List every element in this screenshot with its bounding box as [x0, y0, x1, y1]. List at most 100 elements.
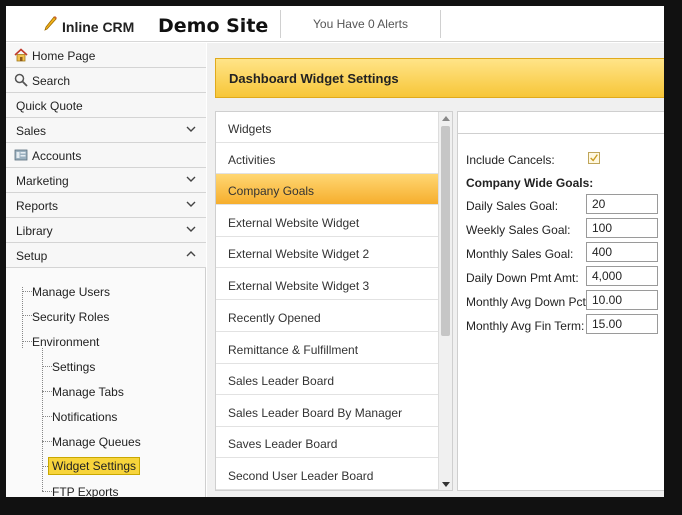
app-window: Inline CRM Demo Site You Have 0 Alerts H… [0, 0, 682, 515]
widget-item-external-website-widget[interactable]: External Website Widget [216, 206, 438, 237]
page-title-banner: Dashboard Widget Settings [215, 58, 664, 98]
tree-connector [42, 491, 52, 492]
widget-settings-panel: Include Cancels: Company Wide Goals: Dai… [457, 111, 664, 491]
widget-item-label: Remittance & Fulfillment [228, 343, 359, 357]
widget-item-label: Recently Opened [228, 311, 321, 325]
scroll-thumb[interactable] [441, 126, 450, 336]
nav-library[interactable]: Library [6, 218, 206, 243]
weekly-sales-goal-label: Weekly Sales Goal: [466, 223, 571, 237]
checkmark-icon [590, 154, 598, 162]
page-title: Dashboard Widget Settings [229, 71, 399, 86]
widget-item-label: External Website Widget 3 [228, 279, 370, 293]
settings-panel-header [458, 112, 664, 134]
tree-widget-settings[interactable]: Widget Settings [48, 457, 141, 475]
include-cancels-label: Include Cancels: [466, 153, 555, 167]
company-wide-goals-heading: Company Wide Goals: [466, 176, 594, 190]
nav-accounts-label: Accounts [32, 149, 82, 163]
daily-down-pmt-amt-label: Daily Down Pmt Amt: [466, 271, 579, 285]
nav-quick-quote-label: Quick Quote [16, 99, 83, 113]
widget-item-sales-leader-board[interactable]: Sales Leader Board [216, 364, 438, 395]
nav-setup[interactable]: Setup [6, 243, 206, 268]
pencil-logo-icon [44, 16, 57, 31]
tree-ftp-exports[interactable]: FTP Exports [52, 485, 118, 497]
include-cancels-checkbox[interactable] [588, 152, 600, 164]
nav-library-label: Library [16, 224, 53, 238]
tree-connector [22, 315, 32, 316]
chevron-up-icon [186, 251, 196, 257]
widget-item-label: Company Goals [228, 184, 315, 198]
sidebar: Home Page Search Quick Quote Sales Accou… [6, 43, 206, 497]
nav-home-page-label: Home Page [32, 49, 96, 63]
top-header: Inline CRM Demo Site You Have 0 Alerts [6, 6, 664, 42]
tree-security-roles[interactable]: Security Roles [32, 310, 109, 324]
site-title: Demo Site [158, 15, 269, 37]
widget-item-label: Saves Leader Board [228, 437, 338, 451]
widget-item-label: Sales Leader Board [228, 374, 335, 388]
monthly-avg-fin-term-input[interactable] [586, 314, 658, 334]
nav-marketing-label: Marketing [16, 174, 69, 188]
daily-down-pmt-amt-input[interactable] [586, 266, 658, 286]
scroll-down-icon[interactable] [442, 480, 450, 488]
chevron-down-icon [186, 201, 196, 207]
tree-manage-users[interactable]: Manage Users [32, 285, 110, 299]
nav-sales[interactable]: Sales [6, 118, 206, 143]
daily-sales-goal-input[interactable] [586, 194, 658, 214]
widget-item-label: External Website Widget [228, 216, 360, 230]
tree-connector [22, 341, 32, 342]
tree-manage-queues[interactable]: Manage Queues [52, 435, 141, 449]
nav-search-label: Search [32, 74, 71, 88]
nav-setup-label: Setup [16, 249, 48, 263]
nav-accounts[interactable]: Accounts [6, 143, 206, 168]
nav-quick-quote[interactable]: Quick Quote [6, 93, 206, 118]
widget-item-label: Activities [228, 153, 276, 167]
chevron-down-icon [186, 176, 196, 182]
home-icon [14, 48, 28, 62]
nav-home-page[interactable]: Home Page [6, 43, 206, 68]
nav-search[interactable]: Search [6, 68, 206, 93]
widget-item-external-website-widget-3[interactable]: External Website Widget 3 [216, 269, 438, 300]
tree-connector [22, 287, 23, 348]
widget-item-company-goals[interactable]: Company Goals [216, 174, 438, 205]
widget-item-activities[interactable]: Activities [216, 143, 438, 174]
tree-connector [42, 441, 52, 442]
widget-item-external-website-widget-2[interactable]: External Website Widget 2 [216, 237, 438, 268]
monthly-avg-fin-term-label: Monthly Avg Fin Term: [466, 319, 585, 333]
widget-item-label: Second User Leader Board [228, 469, 374, 483]
alerts-indicator[interactable]: You Have 0 Alerts [281, 10, 441, 38]
daily-sales-goal-label: Daily Sales Goal: [466, 199, 559, 213]
nav-reports[interactable]: Reports [6, 193, 206, 218]
monthly-avg-down-pct-input[interactable] [586, 290, 658, 310]
widget-item-label: Sales Leader Board By Manager [228, 406, 403, 420]
tree-connector [22, 291, 32, 292]
tree-notifications[interactable]: Notifications [52, 410, 117, 424]
tree-manage-tabs[interactable]: Manage Tabs [52, 385, 124, 399]
monthly-sales-goal-label: Monthly Sales Goal: [466, 247, 574, 261]
widgets-scrollbar[interactable] [438, 112, 452, 490]
chevron-down-icon [186, 126, 196, 132]
widget-item-label: External Website Widget 2 [228, 247, 370, 261]
monthly-avg-down-pct-label: Monthly Avg Down Pct: [466, 295, 590, 309]
chevron-down-icon [186, 226, 196, 232]
nav-marketing[interactable]: Marketing [6, 168, 206, 193]
tree-connector [42, 366, 52, 367]
tree-environment[interactable]: Environment [32, 335, 99, 349]
widget-item-saves-leader-board[interactable]: Saves Leader Board [216, 427, 438, 458]
widget-item-sales-leader-board-by-manager[interactable]: Sales Leader Board By Manager [216, 396, 438, 427]
widget-item-recently-opened[interactable]: Recently Opened [216, 301, 438, 332]
widgets-list: Widgets Activities Company Goals Externa… [215, 111, 453, 491]
app-logo-text[interactable]: Inline CRM [62, 19, 134, 35]
monthly-sales-goal-input[interactable] [586, 242, 658, 262]
widget-item-remittance-fulfillment[interactable]: Remittance & Fulfillment [216, 333, 438, 364]
weekly-sales-goal-input[interactable] [586, 218, 658, 238]
nav-sales-label: Sales [16, 124, 47, 138]
tree-connector [42, 348, 43, 491]
widgets-header-label: Widgets [228, 122, 272, 136]
tree-settings[interactable]: Settings [52, 360, 95, 374]
accounts-icon [14, 149, 28, 161]
tree-connector [42, 391, 52, 392]
scroll-up-icon[interactable] [442, 115, 450, 123]
widget-item-second-user-leader-board[interactable]: Second User Leader Board [216, 459, 438, 490]
search-icon [14, 73, 28, 87]
tree-connector [42, 416, 52, 417]
nav-reports-label: Reports [16, 199, 59, 213]
